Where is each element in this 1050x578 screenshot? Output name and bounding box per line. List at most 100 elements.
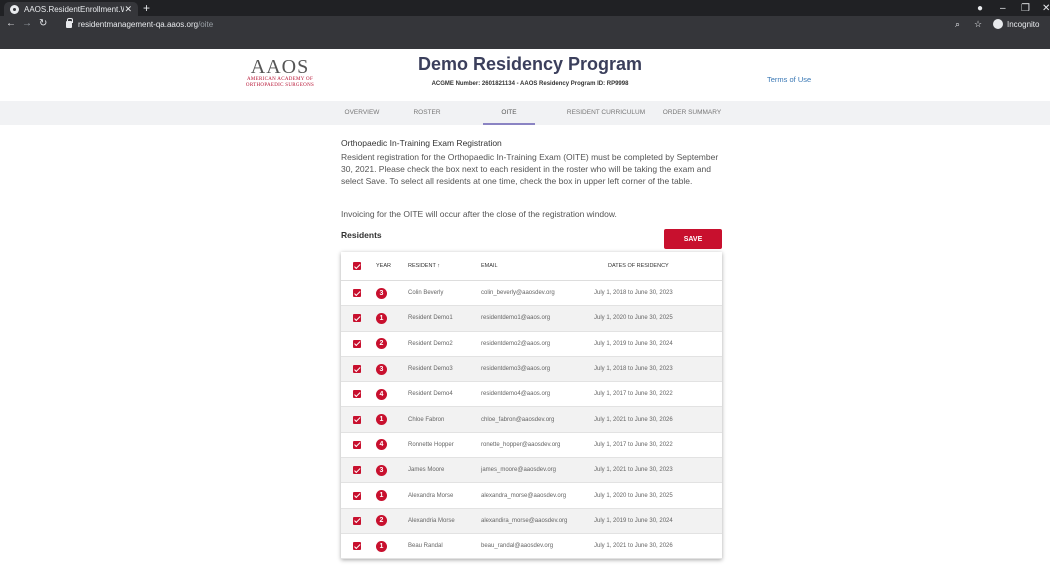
lock-icon bbox=[66, 17, 73, 28]
table-row[interactable]: 2 Resident Demo2 residentdemo2@aaos.org Jul… bbox=[341, 332, 722, 357]
year-badge: 2 bbox=[376, 515, 387, 527]
invoicing-note: Invoicing for the OITE will occur after … bbox=[341, 209, 617, 219]
column-email[interactable]: EMAIL bbox=[481, 252, 498, 280]
logo-line1: American Academy of bbox=[246, 77, 314, 82]
select-all-checkbox[interactable] bbox=[353, 262, 361, 270]
registration-instructions: Resident registration for the Orthopaedi… bbox=[341, 152, 719, 186]
year-badge: 4 bbox=[376, 388, 387, 400]
table-row[interactable]: 3 Colin Beverly colin_beverly@aaosdev.org J… bbox=[341, 281, 722, 307]
resident-name: Resident Demo1 bbox=[408, 315, 453, 322]
reload-icon[interactable]: ↻ bbox=[39, 16, 47, 32]
row-checkbox[interactable] bbox=[353, 314, 361, 323]
program-title: Demo Residency Program bbox=[417, 54, 643, 74]
browser-tab[interactable]: AAOS.ResidentEnrollment.Web ✕ bbox=[4, 2, 138, 16]
resident-email: residentdemo2@aaos.org bbox=[481, 340, 551, 347]
row-checkbox[interactable] bbox=[353, 491, 361, 500]
resident-name: Colin Beverly bbox=[408, 290, 444, 297]
column-resident[interactable]: RESIDENT ↑ bbox=[408, 252, 440, 280]
tab-roster[interactable]: Roster bbox=[404, 101, 450, 125]
logo-mark: AAOS bbox=[250, 56, 310, 78]
residency-dates: July 1, 2017 to June 30, 2022 bbox=[594, 441, 673, 448]
row-checkbox[interactable] bbox=[353, 542, 361, 551]
row-checkbox[interactable] bbox=[353, 390, 361, 399]
row-checkbox[interactable] bbox=[353, 415, 361, 424]
resident-email: residentdemo4@aaos.org bbox=[481, 391, 551, 398]
residency-dates: July 1, 2017 to June 30, 2022 bbox=[594, 391, 673, 398]
tab-resident-curriculum[interactable]: Resident Curriculum bbox=[566, 101, 646, 125]
tab-oite[interactable]: OITE bbox=[483, 101, 535, 125]
resident-email: alexandra_morse@aaosdev.org bbox=[481, 492, 567, 499]
table-body: 3 Colin Beverly colin_beverly@aaosdev.org J… bbox=[341, 281, 722, 560]
year-badge: 2 bbox=[376, 338, 387, 350]
table-row[interactable]: 1 Beau Randal beau_randal@aaosdev.org July … bbox=[341, 534, 722, 560]
residency-dates: July 1, 2018 to June 30, 2023 bbox=[594, 290, 673, 297]
resident-email: ronette_hopper@aaosdev.org bbox=[481, 441, 561, 448]
resident-email: beau_randal@aaosdev.org bbox=[481, 543, 554, 550]
resident-email: colin_beverly@aaosdev.org bbox=[481, 290, 555, 297]
account-icon[interactable]: ● bbox=[977, 0, 983, 16]
residents-heading: Residents bbox=[341, 230, 382, 240]
table-row[interactable]: 1 Chloe Fabron chloe_fabron@aaosdev.org Jul… bbox=[341, 407, 722, 433]
resident-email: alexandira_morse@aaosdev.org bbox=[481, 517, 568, 524]
table-row[interactable]: 1 Resident Demo1 residentdemo1@aaos.org Jul… bbox=[341, 306, 722, 332]
address-bar[interactable]: residentmanagement-qa.aaos.org/oite bbox=[60, 17, 950, 31]
resident-name: Alexandra Morse bbox=[408, 492, 454, 499]
column-year[interactable]: YEAR bbox=[376, 252, 391, 280]
resident-email: residentdemo3@aaos.org bbox=[481, 366, 551, 373]
residency-dates: July 1, 2021 to June 30, 2026 bbox=[594, 416, 673, 423]
incognito-badge[interactable]: Incognito bbox=[993, 19, 1039, 29]
row-checkbox[interactable] bbox=[353, 339, 361, 348]
resident-name: Resident Demo4 bbox=[408, 391, 453, 398]
resident-email: residentdemo1@aaos.org bbox=[481, 315, 551, 322]
residents-table: YEAR RESIDENT ↑ EMAIL DATES OF RESIDENCY… bbox=[341, 252, 722, 560]
terms-of-use-link[interactable]: Terms of Use bbox=[767, 75, 811, 84]
browser-tab-title: AAOS.ResidentEnrollment.Web bbox=[24, 4, 125, 14]
residency-dates: July 1, 2021 to June 30, 2026 bbox=[594, 543, 673, 550]
save-button[interactable]: SAVE bbox=[664, 229, 722, 249]
year-badge: 1 bbox=[376, 312, 387, 324]
row-checkbox[interactable] bbox=[353, 365, 361, 374]
year-badge: 4 bbox=[376, 439, 387, 451]
year-badge: 1 bbox=[376, 414, 387, 426]
year-badge: 3 bbox=[376, 363, 387, 375]
year-badge: 3 bbox=[376, 464, 387, 476]
forward-icon[interactable]: → bbox=[22, 16, 32, 32]
site-header: AAOS American Academy of Orthopaedic Sur… bbox=[0, 49, 1050, 101]
row-checkbox[interactable] bbox=[353, 289, 361, 298]
table-row[interactable]: 3 James Moore james_moore@aaosdev.org July … bbox=[341, 458, 722, 484]
resident-name: Chloe Fabron bbox=[408, 416, 445, 423]
maximize-icon[interactable]: ❐ bbox=[1021, 0, 1030, 16]
residency-dates: July 1, 2020 to June 30, 2025 bbox=[594, 315, 673, 322]
row-checkbox[interactable] bbox=[353, 440, 361, 449]
url-host: residentmanagement-qa.aaos.org bbox=[78, 19, 199, 29]
close-tab-icon[interactable]: ✕ bbox=[124, 4, 132, 14]
table-row[interactable]: 4 Ronnette Hopper ronette_hopper@aaosdev.o… bbox=[341, 433, 722, 459]
incognito-icon bbox=[993, 19, 1003, 29]
table-row[interactable]: 3 Resident Demo3 residentdemo3@aaos.org Jul… bbox=[341, 356, 722, 383]
year-badge: 1 bbox=[376, 490, 387, 502]
back-icon[interactable]: ← bbox=[6, 16, 16, 32]
tab-order-summary[interactable]: Order Summary bbox=[654, 101, 730, 125]
resident-email: chloe_fabron@aaosdev.org bbox=[481, 416, 555, 423]
logo-line2: Orthopaedic Surgeons bbox=[245, 82, 315, 88]
table-row[interactable]: 1 Alexandra Morse alexandra_morse@aaosdev.… bbox=[341, 483, 722, 509]
tab-overview[interactable]: Overview bbox=[337, 101, 387, 125]
row-checkbox[interactable] bbox=[353, 466, 361, 475]
resident-name: Beau Randal bbox=[408, 543, 443, 550]
table-row[interactable]: 2 Alexandria Morse alexandira_morse@aaosde… bbox=[341, 508, 722, 534]
table-row[interactable]: 4 Resident Demo4 residentdemo4@aaos.org Jul… bbox=[341, 382, 722, 408]
new-tab-icon[interactable]: + bbox=[143, 1, 150, 15]
bookmark-star-icon[interactable]: ☆ bbox=[974, 16, 982, 32]
resident-name: Ronnette Hopper bbox=[408, 441, 454, 448]
browser-toolbar: ← → ↻ residentmanagement-qa.aaos.org/oit… bbox=[0, 16, 1050, 49]
row-checkbox[interactable] bbox=[353, 516, 361, 525]
section-title: Orthopaedic In-Training Exam Registratio… bbox=[341, 138, 502, 148]
zoom-icon[interactable]: ⌕ bbox=[955, 16, 960, 32]
minimize-icon[interactable]: – bbox=[1000, 0, 1006, 16]
year-badge: 1 bbox=[376, 540, 387, 552]
year-badge: 3 bbox=[376, 287, 387, 299]
aaos-logo[interactable]: AAOS American Academy of Orthopaedic Sur… bbox=[240, 57, 320, 88]
residency-dates: July 1, 2019 to June 30, 2024 bbox=[594, 340, 673, 347]
close-window-icon[interactable]: ✕ bbox=[1042, 0, 1050, 16]
column-dates[interactable]: DATES OF RESIDENCY bbox=[608, 252, 669, 280]
